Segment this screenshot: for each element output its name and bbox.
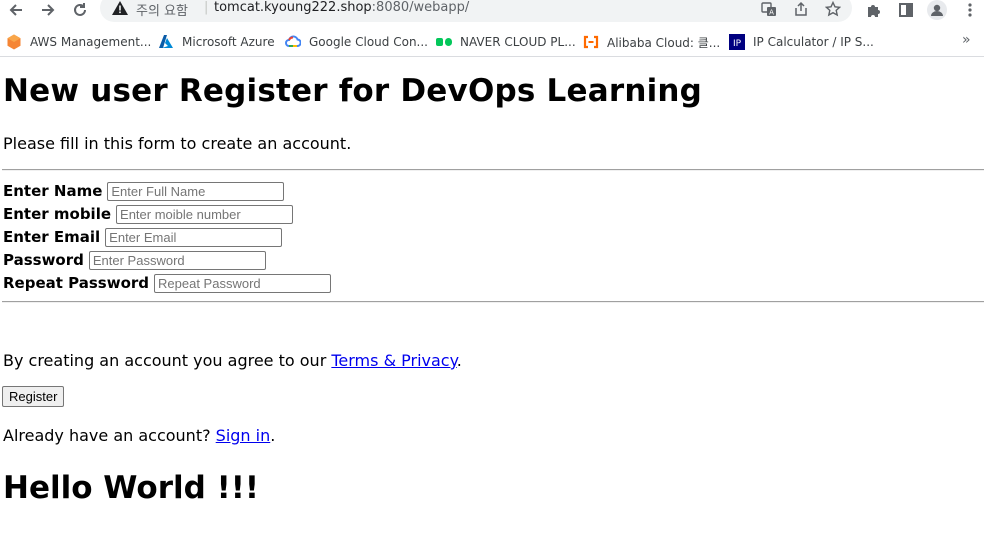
aws-icon: [7, 34, 21, 50]
hello-heading: Hello World !!!: [3, 470, 260, 506]
terms-privacy-link[interactable]: Terms & Privacy: [331, 351, 456, 370]
back-button[interactable]: [6, 0, 26, 20]
translate-icon[interactable]: A: [760, 0, 778, 18]
bookmark-aws[interactable]: AWS Management...: [6, 31, 151, 53]
security-label[interactable]: 주의 요함: [136, 0, 188, 19]
address-bar[interactable]: 주의 요함 | tomcat.kyoung222.shop:8080/webap…: [100, 0, 852, 22]
bookmark-label: NAVER CLOUD PL...: [460, 35, 576, 49]
bookmark-azure[interactable]: Microsoft Azure: [158, 31, 275, 53]
mobile-input[interactable]: [116, 204, 294, 224]
signin-text: Already have an account? Sign in.: [3, 426, 275, 445]
arrow-left-icon: [9, 4, 22, 16]
bookmark-label: Alibaba Cloud: 클...: [607, 35, 721, 50]
bookmark-naver-cloud[interactable]: NAVER CLOUD PL...: [436, 31, 576, 53]
bookmarks-overflow-button[interactable]: »: [962, 32, 971, 48]
bookmark-ip-calculator[interactable]: IP IP Calculator / IP S...: [729, 31, 874, 53]
divider-top: [2, 169, 984, 171]
repeat-password-input[interactable]: [154, 273, 332, 293]
signin-suffix: .: [270, 426, 276, 445]
form-row-name: Enter Name: [3, 180, 285, 202]
reload-icon: [74, 3, 86, 16]
warning-icon[interactable]: [112, 1, 128, 15]
azure-icon: [159, 35, 173, 48]
url-text[interactable]: tomcat.kyoung222.shop:8080/webapp/: [214, 0, 469, 15]
forward-button[interactable]: [38, 0, 58, 20]
email-label: Enter Email: [3, 228, 101, 246]
form-row-mobile: Enter mobile: [3, 203, 294, 225]
arrow-right-icon: [42, 4, 55, 16]
terms-prefix: By creating an account you agree to our: [3, 351, 332, 370]
register-button[interactable]: Register: [2, 386, 65, 407]
bookmark-label: AWS Management...: [30, 35, 152, 49]
signin-prefix: Already have an account?: [3, 426, 216, 445]
terms-suffix: .: [456, 351, 462, 370]
browser-toolbar: 주의 요함 | tomcat.kyoung222.shop:8080/webap…: [0, 0, 984, 22]
alibaba-cloud-icon: [583, 35, 599, 49]
side-panel-icon[interactable]: [896, 0, 916, 20]
share-icon[interactable]: [792, 0, 810, 18]
email-input[interactable]: [105, 227, 283, 247]
svg-text:A: A: [769, 9, 774, 17]
password-label: Password: [3, 251, 84, 269]
name-input[interactable]: [107, 181, 285, 201]
form-row-password: Password: [3, 249, 266, 271]
page-content: New user Register for DevOps Learning Pl…: [0, 60, 984, 542]
google-cloud-icon: [285, 35, 301, 47]
form-row-email: Enter Email: [3, 226, 283, 248]
kebab-menu-icon[interactable]: [960, 0, 980, 20]
form-row-repeat-password: Repeat Password: [3, 272, 332, 294]
bookmarks-bar: AWS Management... Microsoft Azure Google…: [0, 28, 984, 57]
omnibox-divider: |: [204, 0, 209, 15]
divider-bottom: [2, 301, 984, 303]
bookmark-label: Google Cloud Con...: [309, 35, 428, 49]
profile-icon[interactable]: [927, 0, 947, 20]
svg-text:IP: IP: [733, 39, 742, 49]
repeat-password-label: Repeat Password: [3, 274, 150, 292]
terms-text: By creating an account you agree to our …: [3, 351, 462, 370]
puzzle-icon[interactable]: [864, 0, 884, 20]
bookmark-label: Microsoft Azure: [182, 35, 275, 49]
bookmark-label: IP Calculator / IP S...: [753, 35, 874, 49]
naver-cloud-icon: [436, 38, 452, 46]
name-label: Enter Name: [3, 182, 103, 200]
bookmark-alibaba-cloud[interactable]: Alibaba Cloud: 클...: [583, 31, 720, 53]
intro-text: Please fill in this form to create an ac…: [3, 134, 352, 153]
url-host: tomcat.kyoung222.shop: [214, 0, 372, 15]
page-title: New user Register for DevOps Learning: [3, 73, 703, 109]
star-icon[interactable]: [824, 0, 842, 18]
password-input[interactable]: [88, 250, 266, 270]
reload-button[interactable]: [70, 0, 90, 20]
mobile-label: Enter mobile: [3, 205, 112, 223]
url-path: :8080/webapp/: [371, 0, 470, 15]
sign-in-link[interactable]: Sign in: [216, 426, 271, 445]
bookmark-google-cloud[interactable]: Google Cloud Con...: [285, 31, 428, 53]
ip-calculator-icon: IP: [729, 34, 745, 50]
